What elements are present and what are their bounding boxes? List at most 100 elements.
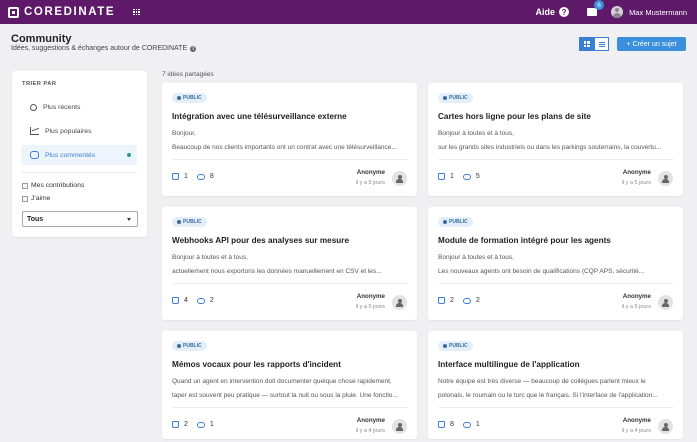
card-title[interactable]: Cartes hors ligne pour les plans de site (438, 112, 591, 121)
card-divider (172, 159, 408, 160)
chevron-down-icon (127, 217, 131, 221)
comment-icon[interactable] (196, 297, 205, 304)
app-logo[interactable]: COREDINATE (8, 6, 115, 18)
badge-label: PUBLIC (183, 343, 202, 349)
thumbs-up-icon[interactable] (438, 173, 445, 180)
card-author: Anonyme (356, 293, 385, 300)
idea-card[interactable]: PUBLIC Cartes hors ligne pour les plans … (428, 83, 683, 196)
comment-icon[interactable] (196, 421, 205, 428)
card-excerpt-line-2: Beaucoup de nos clients importants ont u… (172, 144, 397, 151)
sort-option-recent[interactable]: Plus récents (21, 97, 137, 117)
card-excerpt-line-1: Bonjour à toutes et à tous, (438, 254, 514, 261)
card-title[interactable]: Webhooks API pour des analyses sur mesur… (172, 236, 349, 245)
card-title[interactable]: Module de formation intégré pour les age… (438, 236, 611, 245)
filter-label: J'aime (31, 195, 51, 202)
list-view-button[interactable] (594, 37, 609, 51)
visibility-badge: PUBLIC (172, 217, 207, 227)
idea-card[interactable]: PUBLIC Mémos vocaux pour les rapports d'… (162, 331, 417, 439)
card-author: Anonyme (622, 169, 651, 176)
sort-option-most-commented[interactable]: Plus commentés (21, 145, 137, 165)
card-excerpt-line-1: Bonjour, (172, 130, 196, 137)
top-navigation-bar: COREDINATE Aide ? 6 Max Mustermann (0, 0, 697, 24)
grid-view-icon (583, 41, 590, 47)
app-grid-icon[interactable] (133, 8, 140, 16)
page-subtitle-text: Idées, suggestions & échanges autour de … (11, 45, 188, 52)
comment-icon[interactable] (462, 173, 471, 180)
like-count: 4 (184, 297, 188, 304)
grid-view-button[interactable] (579, 37, 594, 51)
comment-count: 2 (475, 297, 480, 304)
checkbox[interactable] (22, 195, 28, 202)
thumbs-up-icon[interactable] (438, 421, 445, 428)
card-author: Anonyme (356, 169, 385, 176)
idea-card[interactable]: PUBLIC Interface multilingue de l'applic… (428, 331, 683, 439)
visibility-badge: PUBLIC (438, 341, 473, 351)
card-timestamp: il y a 4 jours (355, 428, 385, 434)
thumbs-up-icon[interactable] (172, 421, 179, 428)
card-divider (172, 283, 408, 284)
card-excerpt-line-2: actuellement nous exportons les données … (172, 268, 382, 275)
idea-card[interactable]: PUBLIC Module de formation intégré pour … (428, 207, 683, 320)
idea-card[interactable]: PUBLIC Intégration avec une télésurveill… (162, 83, 417, 196)
card-excerpt-line-2: Les nouveaux agents ont besoin de qualif… (438, 268, 645, 275)
card-stats: 2 2 (438, 297, 480, 304)
globe-icon (177, 96, 181, 100)
thumbs-up-icon[interactable] (438, 297, 445, 304)
comment-count: 1 (475, 421, 480, 428)
create-topic-button[interactable]: + Créer un sujet (617, 37, 686, 51)
globe-icon (443, 96, 447, 100)
checkbox[interactable] (22, 182, 28, 189)
ideas-count: 7 idées partagées (162, 71, 214, 78)
card-divider (438, 407, 674, 408)
user-name[interactable]: Max Mustermann (629, 8, 687, 17)
card-timestamp: il y a 4 jours (621, 428, 651, 434)
visibility-badge: PUBLIC (172, 341, 207, 351)
globe-icon (443, 220, 447, 224)
help-label: Aide (535, 7, 556, 17)
help-button[interactable]: Aide ? (536, 7, 570, 17)
page-subtitle: Idées, suggestions & échanges autour de … (11, 45, 197, 52)
badge-label: PUBLIC (183, 95, 202, 101)
card-stats: 8 1 (438, 421, 480, 428)
comment-icon[interactable] (462, 297, 471, 304)
sort-title: TRIER PAR (22, 81, 57, 87)
user-avatar[interactable] (611, 6, 624, 18)
comment-icon[interactable] (462, 421, 471, 428)
page-title: Community (11, 33, 72, 45)
author-avatar (658, 419, 673, 434)
visibility-select[interactable]: Tous (22, 211, 138, 227)
filter-liked[interactable]: J'aime (22, 195, 50, 202)
sort-option-popular[interactable]: Plus populaires (21, 121, 137, 141)
author-avatar (392, 419, 407, 434)
card-divider (438, 159, 674, 160)
filter-sidebar: TRIER PAR Plus récents Plus populaires P… (12, 71, 147, 237)
visibility-badge: PUBLIC (438, 93, 473, 103)
like-count: 2 (184, 421, 188, 428)
author-avatar (392, 171, 407, 186)
globe-icon (177, 220, 181, 224)
badge-label: PUBLIC (183, 219, 202, 225)
notifications-button[interactable]: 6 (585, 0, 605, 19)
card-stats: 1 5 (438, 173, 480, 180)
author-avatar (658, 295, 673, 310)
notification-count-badge: 6 (594, 0, 605, 10)
select-value: Tous (27, 215, 44, 223)
card-title[interactable]: Intégration avec une télésurveillance ex… (172, 112, 347, 121)
card-title[interactable]: Mémos vocaux pour les rapports d'inciden… (172, 360, 341, 369)
card-timestamp: il y a 5 jours (355, 180, 385, 186)
card-title[interactable]: Interface multilingue de l'application (438, 360, 580, 369)
comment-count: 1 (209, 421, 214, 428)
info-icon[interactable]: i (190, 45, 197, 52)
card-excerpt-line-1: Bonjour à toutes et à tous, (172, 254, 248, 261)
filter-my-contributions[interactable]: Mes contributions (22, 182, 84, 189)
view-toggle (579, 37, 609, 51)
thumbs-up-icon[interactable] (172, 297, 179, 304)
idea-card[interactable]: PUBLIC Webhooks API pour des analyses su… (162, 207, 417, 320)
thumbs-up-icon[interactable] (172, 173, 179, 180)
divider (21, 172, 137, 173)
sort-option-label: Plus récents (43, 103, 81, 111)
card-author: Anonyme (622, 293, 651, 300)
comment-icon[interactable] (196, 173, 205, 180)
card-stats: 1 8 (172, 173, 214, 180)
badge-label: PUBLIC (449, 343, 468, 349)
